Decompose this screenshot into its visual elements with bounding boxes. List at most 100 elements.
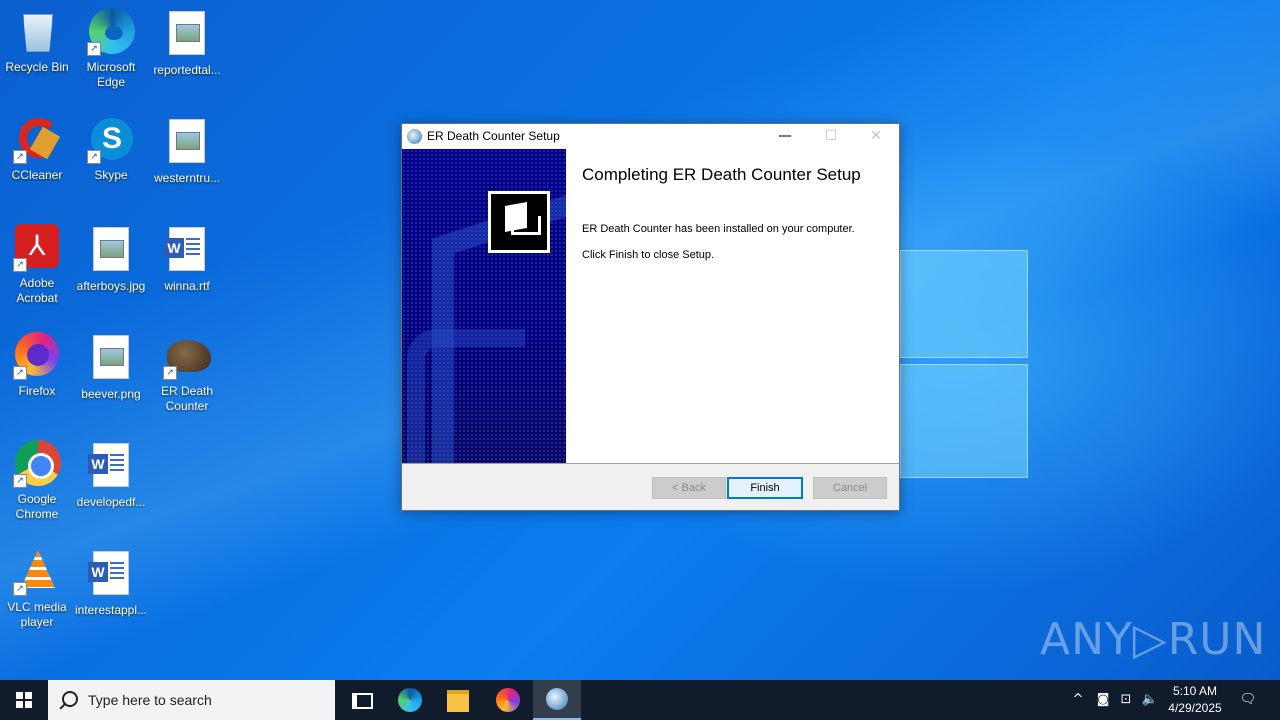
desktop-icon-label: winna.rtf: [164, 279, 210, 293]
desktop-icon-afterboys[interactable]: afterboys.jpg: [74, 224, 148, 294]
maximize-button: ☐: [824, 128, 838, 144]
desktop-icon-acrobat[interactable]: ⅄ ↗ Adobe Acrobat: [0, 224, 74, 306]
shortcut-arrow-icon: ↗: [13, 474, 27, 488]
completion-heading: Completing ER Death Counter Setup: [582, 165, 861, 184]
setup-app-icon: [407, 129, 422, 144]
shortcut-arrow-icon: ↗: [13, 258, 27, 272]
banner-arrow-graphic: [407, 329, 525, 463]
word-doc-icon: W: [87, 551, 135, 599]
skype-icon: S ↗: [87, 116, 135, 164]
desktop-icon-label: beever.png: [81, 387, 141, 401]
taskbar-file-explorer[interactable]: [434, 680, 482, 720]
desktop-icon-label: Adobe Acrobat: [16, 276, 58, 305]
desktop-icon-recycle-bin[interactable]: Recycle Bin: [0, 8, 74, 75]
start-button[interactable]: [0, 680, 48, 720]
windows-logo-pane: [900, 364, 1028, 478]
shortcut-arrow-icon: ↗: [163, 366, 177, 380]
shortcut-arrow-icon: ↗: [13, 582, 27, 596]
desktop-icon-developedf[interactable]: W developedf...: [74, 440, 148, 510]
button-separator: [402, 463, 899, 464]
shortcut-arrow-icon: ↗: [13, 366, 27, 380]
desktop-icon-label: westerntru...: [153, 171, 221, 185]
meet-now-icon[interactable]: ◙: [1094, 680, 1112, 720]
desktop-icon-chrome[interactable]: ↗ Google Chrome: [0, 440, 74, 522]
finish-button[interactable]: Finish: [727, 477, 803, 499]
chrome-icon: ↗: [13, 440, 61, 488]
desktop-icon-firefox[interactable]: ↗ Firefox: [0, 332, 74, 399]
vlc-icon: ↗: [13, 548, 61, 596]
search-placeholder: Type here to search: [88, 692, 212, 708]
show-hidden-icons-button[interactable]: ^: [1068, 680, 1088, 720]
taskbar-setup-active[interactable]: [533, 680, 581, 720]
recycle-bin-icon: [13, 8, 61, 56]
desktop-icon-label: interestappl...: [74, 603, 148, 617]
taskbar-firefox[interactable]: [484, 680, 532, 720]
cancel-button: Cancel: [813, 477, 887, 499]
edge-icon: [398, 688, 422, 712]
dialog-titlebar[interactable]: ER Death Counter Setup — ☐ ✕: [402, 124, 899, 149]
finish-instruction: Click Finish to close Setup.: [582, 249, 715, 261]
notification-icon: 🗨: [1239, 692, 1257, 707]
setup-app-icon: [546, 688, 568, 710]
search-icon: [62, 691, 78, 707]
back-button: < Back: [652, 477, 726, 499]
folder-icon: [447, 690, 469, 712]
ccleaner-icon: ↗: [13, 116, 61, 164]
installer-side-banner: [402, 149, 566, 463]
er-death-counter-icon: ↗: [163, 332, 211, 380]
clock-time: 5:10 AM: [1172, 684, 1218, 698]
desktop-icon-label: Google Chrome: [15, 492, 59, 521]
desktop-icon-label: VLC media player: [7, 600, 67, 629]
taskbar: Type here to search ^ ◙ ⊡ 🔈 5:10 AM 4/29…: [0, 680, 1280, 720]
word-doc-icon: W: [87, 443, 135, 491]
desktop-icon-skype[interactable]: S ↗ Skype: [74, 116, 148, 183]
task-view-icon: [352, 693, 373, 709]
desktop-icon-winna[interactable]: W winna.rtf: [150, 224, 224, 294]
desktop-icon-label: developedf...: [76, 495, 146, 509]
shortcut-arrow-icon: ↗: [13, 150, 27, 164]
close-button[interactable]: ✕: [853, 124, 899, 149]
desktop-icon-ccleaner[interactable]: ↗ CCleaner: [0, 116, 74, 183]
desktop-icon-interestappl[interactable]: W interestappl...: [74, 548, 148, 618]
desktop-icon-vlc[interactable]: ↗ VLC media player: [0, 548, 74, 630]
search-box[interactable]: Type here to search: [48, 680, 335, 720]
notification-center-button[interactable]: 🗨: [1236, 680, 1260, 720]
installed-message: ER Death Counter has been installed on y…: [582, 223, 855, 235]
desktop-icon-edge[interactable]: ↗ Microsoft Edge: [74, 8, 148, 90]
desktop-icon-label: ER Death Counter: [160, 384, 214, 413]
edge-icon: ↗: [87, 8, 135, 56]
desktop-icon-label: afterboys.jpg: [76, 279, 146, 293]
task-view-button[interactable]: [336, 680, 384, 720]
desktop-icon-beever[interactable]: beever.png: [74, 332, 148, 402]
volume-icon[interactable]: 🔈: [1140, 680, 1160, 720]
anyrun-watermark: ANY▷RUN: [1040, 614, 1267, 665]
desktop-icon-label: CCleaner: [11, 168, 63, 182]
desktop-icon-er-death-counter[interactable]: ↗ ER Death Counter: [150, 332, 224, 414]
dialog-content: Completing ER Death Counter Setup ER Dea…: [566, 149, 899, 463]
clock-date: 4/29/2025: [1168, 701, 1222, 715]
windows-logo-icon: [16, 692, 32, 708]
desktop-icon-label: Microsoft Edge: [86, 60, 136, 89]
setup-dialog: ER Death Counter Setup — ☐ ✕ Completing …: [401, 123, 900, 511]
shortcut-arrow-icon: ↗: [87, 150, 101, 164]
word-doc-icon: W: [163, 227, 211, 275]
image-file-icon: [163, 119, 211, 167]
firefox-icon: [496, 688, 520, 712]
network-icon[interactable]: ⊡: [1116, 680, 1136, 720]
windows-logo-pane: [900, 250, 1028, 358]
system-clock[interactable]: 5:10 AM 4/29/2025: [1160, 683, 1230, 717]
acrobat-icon: ⅄ ↗: [13, 224, 61, 272]
installer-box-icon: [488, 191, 550, 253]
image-file-icon: [163, 11, 211, 59]
minimize-button[interactable]: —: [762, 124, 808, 149]
desktop-icon-label: Skype: [94, 168, 128, 182]
chevron-up-icon: ^: [1072, 692, 1084, 707]
firefox-icon: ↗: [13, 332, 61, 380]
image-file-icon: [87, 227, 135, 275]
desktop-icon-westerntru[interactable]: westerntru...: [150, 116, 224, 186]
desktop-icon-label: Recycle Bin: [5, 60, 69, 74]
dialog-title: ER Death Counter Setup: [427, 129, 560, 143]
taskbar-edge[interactable]: [386, 680, 434, 720]
desktop-icon-label: Firefox: [18, 384, 56, 398]
desktop-icon-reportedtal[interactable]: reportedtal...: [150, 8, 224, 78]
